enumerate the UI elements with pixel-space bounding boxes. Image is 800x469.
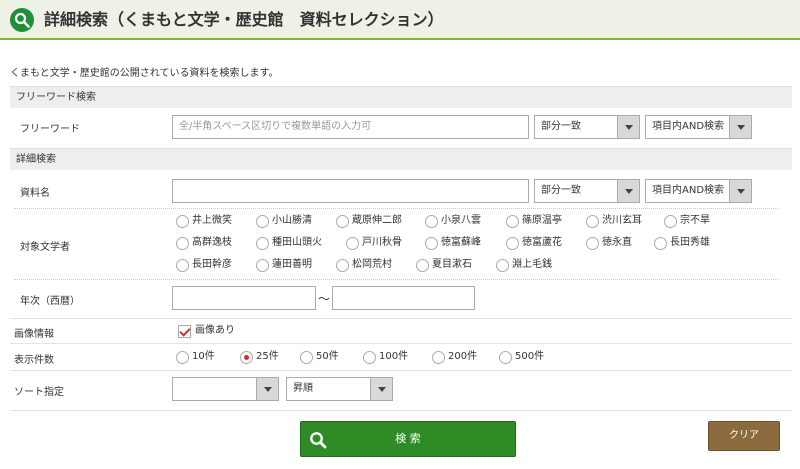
author-radio[interactable]: 徳永直 <box>586 236 632 251</box>
author-radio[interactable]: 高群逸枝 <box>176 236 232 251</box>
year-from-input[interactable] <box>172 286 316 310</box>
author-radio[interactable]: 長田幹彦 <box>176 258 232 273</box>
chevron-down-icon <box>729 180 751 202</box>
author-radio[interactable]: 淵上毛銭 <box>496 258 552 273</box>
page-header: 詳細検索（くまもと文学・歴史館 資料セレクション） <box>0 0 800 40</box>
section-heading-detail: 詳細検索 <box>10 148 792 170</box>
year-separator: ～ <box>318 292 331 306</box>
display-count-label: 表示件数 <box>14 355 54 366</box>
author-radio[interactable]: 長田秀雄 <box>654 236 710 251</box>
sort-order-select[interactable]: 昇順 <box>286 377 393 401</box>
search-button-label: 検 索 <box>395 432 421 445</box>
title-label: 資料名 <box>20 188 50 199</box>
author-radio[interactable]: 戸川秋骨 <box>346 236 402 251</box>
section-divider <box>10 370 792 371</box>
image-info-label: 画像情報 <box>14 329 54 340</box>
author-radio[interactable]: 小泉八雲 <box>425 214 481 229</box>
author-radio[interactable]: 篠原温亭 <box>506 214 562 229</box>
author-radio[interactable]: 種田山頭火 <box>256 236 322 251</box>
author-radio[interactable]: 井上微笑 <box>176 214 232 229</box>
author-radio[interactable]: 蓮田善明 <box>256 258 312 273</box>
author-radio[interactable]: 夏目漱石 <box>416 258 472 273</box>
freeword-label: フリーワード <box>20 124 80 135</box>
chevron-down-icon <box>256 378 278 400</box>
chevron-down-icon <box>617 180 639 202</box>
row-divider <box>14 279 778 280</box>
section-divider <box>10 318 792 319</box>
image-available-checkbox[interactable]: 画像あり <box>178 324 235 339</box>
search-logo-icon <box>10 8 34 32</box>
checkmark-icon <box>178 324 191 338</box>
author-radio[interactable]: 徳富蘆花 <box>506 236 562 251</box>
chevron-down-icon <box>729 116 751 138</box>
title-operator-select[interactable]: 項目内AND検索 <box>645 179 752 203</box>
freeword-operator-select[interactable]: 項目内AND検索 <box>645 115 752 139</box>
row-divider <box>14 208 778 209</box>
title-input[interactable] <box>172 179 529 203</box>
search-button[interactable]: 検 索 <box>300 421 516 457</box>
section-heading-freeword: フリーワード検索 <box>10 86 792 108</box>
display-count-radio[interactable]: 10件 <box>176 350 215 365</box>
section-divider <box>10 410 792 411</box>
authors-label: 対象文学者 <box>20 242 70 253</box>
section-divider <box>10 343 792 344</box>
page-title: 詳細検索（くまもと文学・歴史館 資料セレクション） <box>44 10 444 29</box>
freeword-match-select[interactable]: 部分一致 <box>534 115 640 139</box>
author-radio[interactable]: 徳富蘇峰 <box>425 236 481 251</box>
display-count-radio[interactable]: 50件 <box>300 350 339 365</box>
year-label: 年次（西暦） <box>20 296 80 307</box>
title-match-select[interactable]: 部分一致 <box>534 179 640 203</box>
chevron-down-icon <box>617 116 639 138</box>
display-count-radio[interactable]: 500件 <box>499 350 544 365</box>
chevron-down-icon <box>370 378 392 400</box>
author-radio[interactable]: 渋川玄耳 <box>586 214 642 229</box>
clear-button[interactable]: クリア <box>708 421 780 451</box>
intro-text: くまもと文学・歴史館の公開されている資料を検索します。 <box>10 68 279 79</box>
display-count-radio[interactable]: 25件 <box>240 350 279 365</box>
author-radio[interactable]: 蔵原伸二郎 <box>336 214 402 229</box>
author-radio[interactable]: 宗不旱 <box>664 214 710 229</box>
sort-label: ソート指定 <box>14 387 64 398</box>
author-radio[interactable]: 松岡荒村 <box>336 258 392 273</box>
year-to-input[interactable] <box>332 286 475 310</box>
author-radio[interactable]: 小山勝清 <box>256 214 312 229</box>
display-count-radio[interactable]: 200件 <box>432 350 477 365</box>
freeword-input[interactable]: 全/半角スペース区切りで複数単語の入力可 <box>172 115 529 139</box>
sort-field-select[interactable] <box>172 377 279 401</box>
display-count-radio[interactable]: 100件 <box>363 350 408 365</box>
